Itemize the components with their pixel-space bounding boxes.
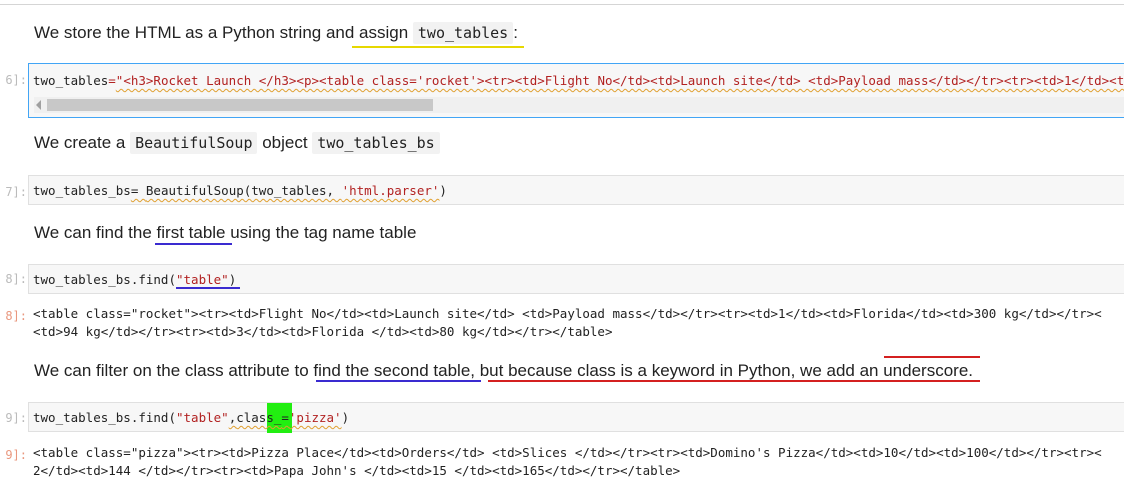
cell2-eq: = — [130, 183, 146, 198]
output-cell-3: <table class="rocket"><tr><td>Flight No<… — [33, 305, 1102, 341]
cell2-close: ) — [439, 183, 447, 198]
markdown-store-html: We store the HTML as a Python string and… — [34, 22, 518, 44]
markdown-create-bs: We create a BeautifulSoup object two_tab… — [34, 132, 440, 154]
cell4-eq: = — [281, 410, 289, 425]
cell4-str2: 'pizza' — [288, 410, 342, 425]
cell3-code[interactable]: two_tables_bs.find("table") — [33, 272, 236, 287]
blue-annotation-underline-2 — [176, 287, 240, 289]
cell3-close: ) — [228, 272, 237, 287]
yellow-annotation-underline — [352, 46, 524, 48]
cell4-close: ) — [341, 410, 350, 425]
cell4-code[interactable]: two_tables_bs.find("table",class_='pizza… — [33, 410, 349, 425]
scroll-left-arrow-icon[interactable] — [36, 100, 41, 110]
md1-text: We store the HTML as a Python string and… — [34, 23, 413, 42]
out3-line2: <td>94 kg</td></tr><tr><td>3</td><td>Flo… — [33, 324, 613, 339]
cell1-code[interactable]: two_tables="<h3>Rocket Launch </h3><p><t… — [33, 73, 1124, 88]
cell3-prompt: 8]: — [5, 272, 27, 286]
cell2-pre: two_tables_bs — [33, 183, 131, 198]
scrollbar-thumb[interactable] — [47, 99, 433, 111]
out4-prompt: 9]: — [5, 448, 27, 462]
blue-annotation-underline-3 — [316, 380, 481, 382]
out4-line2: 2</td><td>144 </td></tr><tr><td>Papa Joh… — [33, 463, 681, 478]
md2-pre: We create a — [34, 133, 131, 152]
md1-tail: : — [513, 23, 518, 42]
cell2-call: BeautifulSoup(two_tables, — [145, 183, 342, 198]
markdown-find-first-table: We can find the first table using the ta… — [34, 223, 417, 242]
out3-prompt: 8]: — [5, 309, 27, 323]
inline-code-two-tables-bs: two_tables_bs — [312, 132, 440, 154]
cell4-kw: class_ — [236, 410, 282, 425]
cell1-string: "<h3>Rocket Launch </h3><p><table class=… — [115, 73, 1124, 88]
red-annotation-underline — [488, 380, 980, 382]
cell4-prompt: 9]: — [5, 411, 27, 425]
blue-annotation-underline-1 — [155, 243, 232, 245]
cell2-prompt: 7]: — [5, 185, 27, 199]
cell2-str: 'html.parser' — [341, 183, 440, 198]
cell3-pre: two_tables_bs.find( — [33, 272, 176, 287]
output-cell-4: <table class="pizza"><tr><td>Pizza Place… — [33, 444, 1102, 480]
cell4-pre: two_tables_bs.find( — [33, 410, 176, 425]
top-divider — [0, 4, 1124, 5]
cell3-str: "table" — [176, 272, 229, 287]
cell2-code[interactable]: two_tables_bs= BeautifulSoup(two_tables,… — [33, 183, 447, 198]
cell4-str1: "table" — [176, 410, 229, 425]
inline-code-beautifulsoup: BeautifulSoup — [130, 132, 258, 154]
cell1-var: two_tables — [33, 73, 109, 88]
red-annotation-overline — [884, 356, 980, 358]
out3-line1: <table class="rocket"><tr><td>Flight No<… — [33, 306, 1102, 321]
markdown-filter-class: We can filter on the class attribute to … — [34, 361, 974, 380]
cell1-eq: = — [108, 73, 116, 88]
out4-line1: <table class="pizza"><tr><td>Pizza Place… — [33, 445, 1102, 460]
cell1-prompt: 6]: — [5, 73, 27, 87]
md2-mid: object — [257, 133, 313, 152]
inline-code-two-tables: two_tables — [412, 22, 514, 44]
